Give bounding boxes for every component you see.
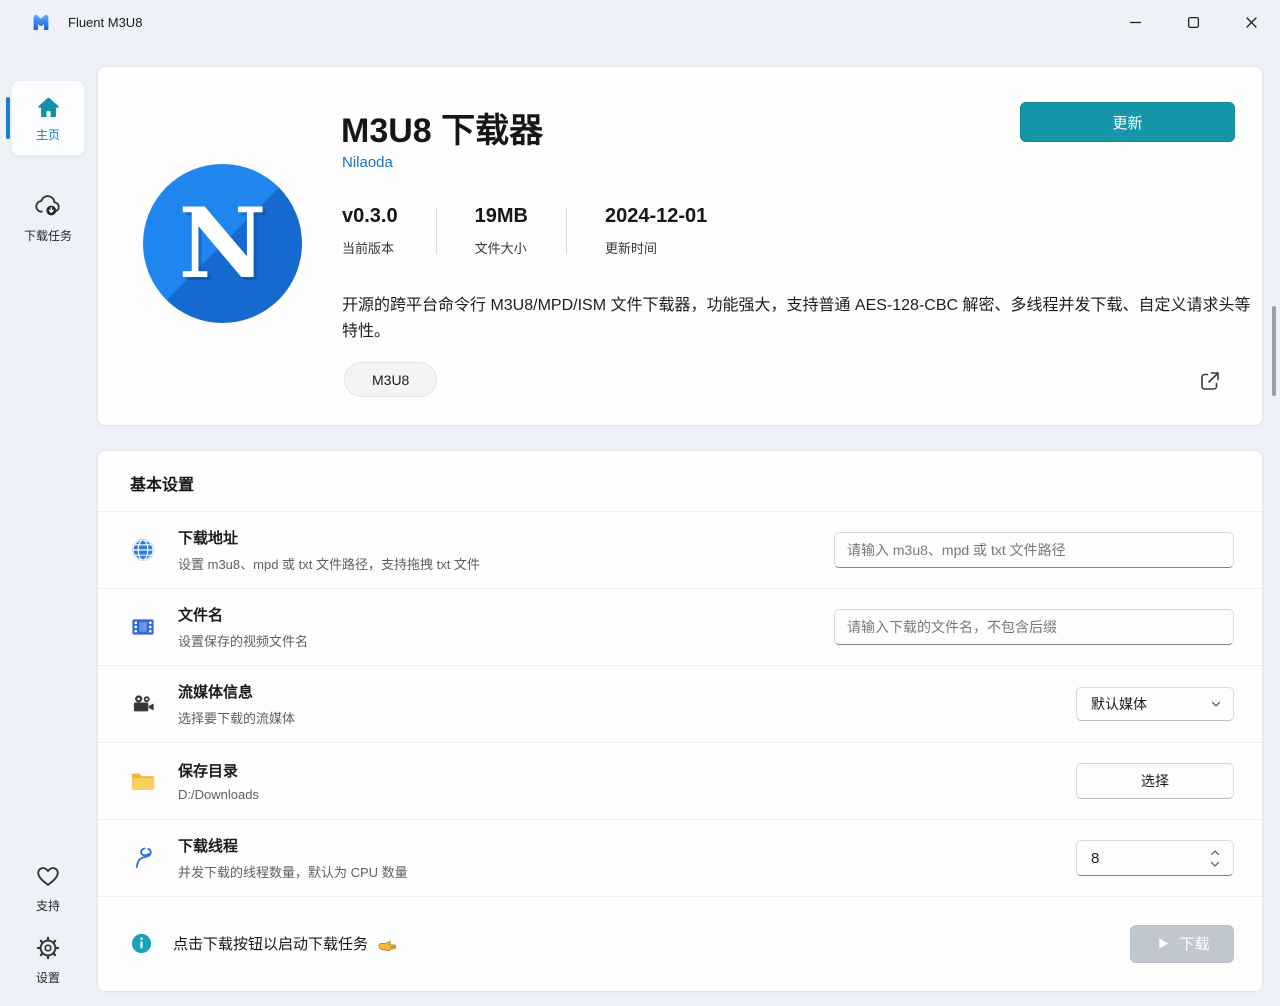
sidebar-item-home-card: 主页	[11, 80, 85, 156]
folder-icon	[130, 768, 156, 794]
stat-updated: 2024-12-01 更新时间	[605, 205, 707, 257]
row-title: 下载地址	[178, 530, 239, 547]
movie-camera-icon	[130, 691, 156, 717]
choose-folder-button[interactable]: 选择	[1076, 763, 1234, 799]
divider	[435, 208, 437, 254]
close-button[interactable]	[1222, 0, 1280, 44]
setting-row-stream-info: 流媒体信息 选择要下载的流媒体 默认媒体	[98, 665, 1262, 742]
download-hint-text: 点击下载按钮以启动下载任务	[173, 933, 398, 955]
stepper-buttons	[1207, 841, 1223, 875]
app-hero-card: N M3U8 下载器 Nilaoda v0.3.0 当前版本 19MB 文件大小…	[97, 66, 1263, 426]
sidebar-item-label: 主页	[35, 127, 60, 142]
setting-row-threads: 下载线程 并发下载的线程数量，默认为 CPU 数量	[98, 819, 1262, 896]
stat-version: v0.3.0 当前版本	[342, 205, 398, 257]
window-controls	[1106, 0, 1280, 44]
app-logo-m-icon	[30, 11, 52, 33]
share-icon[interactable]	[1198, 369, 1222, 393]
app-title: Fluent M3U8	[68, 14, 143, 30]
stat-label: 更新时间	[604, 241, 657, 256]
media-select[interactable]: 默认媒体	[1076, 687, 1234, 721]
logo-letter: N	[178, 186, 267, 300]
download-footer: 点击下载按钮以启动下载任务 下载	[98, 896, 1262, 990]
download-url-input[interactable]	[834, 532, 1234, 568]
row-subtitle: 并发下载的线程数量，默认为 CPU 数量	[178, 865, 408, 880]
app-stats: v0.3.0 当前版本 19MB 文件大小 2024-12-01 更新时间	[342, 205, 707, 257]
row-text: 保存目录 D:/Downloads	[178, 760, 259, 802]
play-icon	[1154, 935, 1171, 952]
thread-icon	[130, 845, 156, 871]
row-text: 流媒体信息 选择要下载的流媒体	[178, 681, 295, 727]
setting-row-download-url: 下载地址 设置 m3u8、mpd 或 txt 文件路径，支持拖拽 txt 文件	[98, 511, 1262, 588]
row-subtitle: 设置保存的视频文件名	[178, 634, 309, 649]
setting-row-save-dir: 保存目录 D:/Downloads 选择	[98, 742, 1262, 819]
row-control: 选择	[1076, 763, 1234, 799]
sidebar-item-settings[interactable]: 设置	[0, 924, 96, 996]
stat-value: v0.3.0	[342, 205, 398, 227]
titlebar: Fluent M3U8	[0, 0, 1280, 44]
info-icon	[130, 932, 153, 955]
scrollbar-thumb[interactable]	[1272, 306, 1276, 396]
row-text: 下载线程 并发下载的线程数量，默认为 CPU 数量	[178, 835, 408, 881]
sidebar: 主页 下载任务 支持 设置	[0, 44, 96, 1006]
row-control	[834, 532, 1234, 568]
row-control	[834, 609, 1234, 645]
minimize-button[interactable]	[1106, 0, 1164, 44]
filename-input[interactable]	[834, 609, 1234, 645]
update-button[interactable]: 更新	[1020, 102, 1235, 142]
home-icon	[35, 94, 62, 121]
row-subtitle: 选择要下载的流媒体	[178, 711, 296, 726]
globe-icon	[130, 537, 156, 563]
scrollbar[interactable]	[1268, 66, 1280, 1006]
sidebar-item-tasks[interactable]: 下载任务	[0, 180, 96, 254]
cloud-download-icon	[33, 190, 63, 220]
row-subtitle: 设置 m3u8、mpd 或 txt 文件路径，支持拖拽 txt 文件	[178, 557, 480, 572]
setting-row-filename: 文件名 设置保存的视频文件名	[98, 588, 1262, 665]
row-title: 流媒体信息	[178, 684, 254, 701]
stat-label: 当前版本	[342, 241, 395, 256]
download-button-label: 下载	[1179, 936, 1210, 953]
row-title: 文件名	[178, 607, 224, 624]
app-n-logo: N	[143, 164, 302, 323]
divider	[565, 208, 567, 254]
sidebar-item-label: 设置	[35, 971, 60, 985]
author-link[interactable]: Nilaoda	[342, 154, 393, 171]
row-control: 默认媒体	[1076, 687, 1234, 721]
media-select-value: 默认媒体	[1091, 696, 1147, 712]
maximize-button[interactable]	[1164, 0, 1222, 44]
sidebar-bottom: 支持 设置	[0, 852, 96, 1006]
stepper-up-icon[interactable]	[1207, 847, 1223, 858]
thread-count-input[interactable]	[1077, 849, 1177, 867]
page-title: M3U8 下载器	[341, 112, 544, 150]
stepper-down-icon[interactable]	[1207, 858, 1223, 869]
thread-count-stepper	[1076, 840, 1234, 876]
row-text: 下载地址 设置 m3u8、mpd 或 txt 文件路径，支持拖拽 txt 文件	[178, 527, 480, 573]
stat-value: 19MB	[474, 205, 528, 227]
stat-filesize: 19MB 文件大小	[475, 205, 528, 257]
pointing-right-hand-icon	[376, 933, 398, 955]
row-text: 文件名 设置保存的视频文件名	[178, 604, 308, 650]
basic-settings-card: 基本设置 下载地址 设置 m3u8、mpd 或 txt 文件路径，支持拖拽 tx…	[97, 450, 1263, 992]
gear-icon	[34, 934, 62, 962]
heart-icon	[34, 862, 62, 890]
row-control	[1076, 840, 1234, 876]
app-description: 开源的跨平台命令行 M3U8/MPD/ISM 文件下载器，功能强大，支持普通 A…	[342, 297, 1251, 341]
row-title: 下载线程	[178, 838, 239, 855]
sidebar-item-label: 支持	[35, 899, 60, 913]
sidebar-item-label: 下载任务	[23, 229, 72, 243]
active-indicator	[6, 97, 10, 139]
row-title: 保存目录	[178, 763, 239, 780]
stat-label: 文件大小	[474, 241, 527, 256]
tag-row: M3U8	[344, 362, 438, 397]
chevron-down-icon	[1209, 697, 1223, 711]
sidebar-item-support[interactable]: 支持	[0, 852, 96, 924]
hint-label: 点击下载按钮以启动下载任务	[173, 936, 369, 953]
section-title: 基本设置	[130, 477, 195, 494]
stat-value: 2024-12-01	[604, 205, 708, 227]
sidebar-item-home[interactable]: 主页	[0, 70, 96, 166]
save-dir-path: D:/Downloads	[178, 787, 259, 802]
download-button[interactable]: 下载	[1130, 924, 1234, 963]
tag-m3u8[interactable]: M3U8	[344, 362, 438, 397]
film-icon	[130, 614, 156, 640]
